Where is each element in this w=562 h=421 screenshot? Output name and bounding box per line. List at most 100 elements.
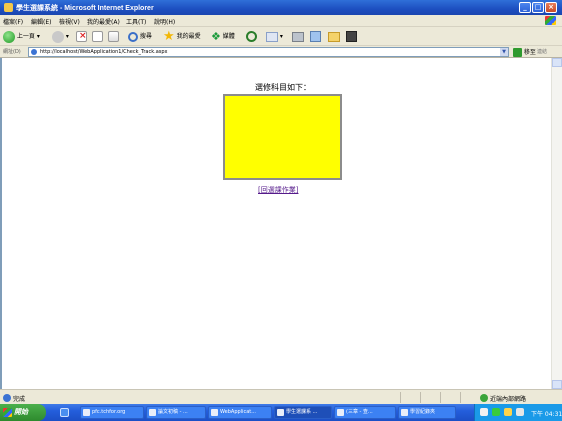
home-icon — [108, 31, 119, 42]
search-icon — [128, 31, 138, 42]
mail-button[interactable]: ▾ — [266, 30, 283, 43]
taskbar-item[interactable]: 學生選課系 ... — [274, 406, 332, 419]
go-label: 移至 — [523, 49, 536, 56]
ie-page-icon — [3, 394, 11, 402]
refresh-button[interactable] — [92, 30, 103, 43]
address-bar: 網址(D) http://localhost/WebApplication1/C… — [0, 46, 562, 58]
zone-text: 近端內部網路 — [490, 396, 527, 403]
security-icon[interactable] — [492, 408, 500, 416]
forward-button[interactable]: ▾ — [52, 30, 69, 43]
search-label: 搜尋 — [139, 33, 152, 40]
media-icon: ❖ — [211, 30, 221, 43]
back-button[interactable]: 上一頁 ▾ — [3, 30, 40, 43]
title-bar: 學生選課系統 - Microsoft Internet Explorer _ □… — [0, 0, 562, 15]
system-tray: 下午 04:31 — [474, 404, 562, 421]
folder-icon — [328, 31, 340, 42]
minimize-button[interactable]: _ — [519, 2, 531, 13]
quicklaunch-ie-icon[interactable] — [60, 408, 69, 417]
scroll-up-icon[interactable] — [552, 58, 562, 67]
taskbar-item-label: WebApplicat... — [220, 409, 256, 415]
toolbar: 上一頁 ▾ ▾ 搜尋 ★ 我的最愛 ❖ 媒體 ▾ — [0, 27, 562, 46]
media-button[interactable]: ❖ 媒體 — [211, 30, 235, 43]
menu-favorites[interactable]: 我的最愛(A) — [87, 17, 120, 26]
print-button[interactable] — [292, 30, 304, 43]
taskbar-item-label: (三章 - 查... — [346, 409, 373, 415]
home-button[interactable] — [108, 30, 119, 43]
back-label: 上一頁 — [16, 33, 35, 40]
taskbar-item[interactable]: 論文初稿 - ... — [146, 406, 206, 419]
menu-tools[interactable]: 工具(T) — [126, 17, 146, 26]
forward-arrow-icon — [52, 30, 64, 43]
taskbar: 開始 pfc.tchfor.org 論文初稿 - ... WebApplicat… — [0, 404, 562, 421]
status-text: 完成 — [13, 396, 26, 403]
address-input[interactable]: http://localhost/WebApplication1/Check_T… — [28, 47, 509, 57]
ie-icon — [4, 3, 13, 12]
close-button[interactable]: × — [545, 2, 557, 13]
course-list-box — [223, 94, 342, 180]
history-icon — [246, 31, 257, 42]
messenger-button[interactable] — [346, 30, 357, 43]
intranet-zone-icon — [480, 394, 488, 402]
window-title: 學生選課系統 - Microsoft Internet Explorer — [16, 5, 154, 12]
menu-help[interactable]: 說明(H) — [154, 17, 175, 26]
stop-icon — [76, 30, 87, 43]
clock: 下午 04:31 — [531, 411, 562, 418]
taskbar-item-label: pfc.tchfor.org — [92, 409, 126, 415]
taskbar-item[interactable]: (三章 - 查... — [334, 406, 396, 419]
refresh-icon — [92, 31, 103, 42]
back-arrow-icon — [3, 30, 15, 43]
folder-button[interactable] — [328, 30, 340, 43]
page-viewport: 選修科目如下： [回選課作業] — [0, 58, 562, 389]
language-icon[interactable] — [516, 408, 524, 416]
star-icon: ★ — [163, 29, 175, 44]
favorites-label: 我的最愛 — [176, 33, 201, 40]
windows-logo-icon — [3, 408, 12, 417]
window-icon — [337, 409, 344, 416]
favorites-button[interactable]: ★ 我的最愛 — [163, 30, 201, 43]
window-icon — [83, 409, 90, 416]
status-divider — [420, 392, 421, 403]
taskbar-item[interactable]: pfc.tchfor.org — [80, 406, 144, 419]
status-divider — [400, 392, 401, 403]
edit-button[interactable] — [310, 30, 321, 43]
network-icon[interactable] — [480, 408, 488, 416]
start-button[interactable]: 開始 — [0, 404, 46, 421]
go-arrow-icon — [513, 48, 522, 57]
volume-icon[interactable] — [504, 408, 512, 416]
taskbar-item-label: 論文初稿 - ... — [158, 409, 188, 415]
film-icon — [346, 31, 357, 42]
stop-button[interactable] — [76, 30, 87, 43]
menu-edit[interactable]: 編輯(E) — [31, 17, 51, 26]
taskbar-item[interactable]: 學習紀錄夾 — [398, 406, 456, 419]
page-icon — [31, 49, 37, 55]
taskbar-item-label: 學習紀錄夾 — [410, 409, 436, 415]
back-to-enrollment-link[interactable]: [回選課作業] — [258, 185, 298, 195]
links-label[interactable]: 連結 — [537, 48, 547, 55]
start-label: 開始 — [14, 408, 28, 416]
search-button[interactable]: 搜尋 — [128, 30, 152, 43]
history-button[interactable] — [246, 30, 257, 43]
vertical-scrollbar[interactable] — [551, 58, 562, 389]
media-label: 媒體 — [222, 33, 235, 40]
scroll-down-icon[interactable] — [552, 380, 562, 389]
window-icon — [211, 409, 218, 416]
menu-file[interactable]: 檔案(F) — [3, 17, 23, 26]
mail-icon — [266, 31, 278, 42]
taskbar-item[interactable]: WebApplicat... — [208, 406, 272, 419]
status-divider — [460, 392, 461, 403]
menu-bar: 檔案(F) 編輯(E) 檢視(V) 我的最愛(A) 工具(T) 說明(H) — [0, 15, 562, 27]
print-icon — [292, 31, 304, 42]
menu-view[interactable]: 檢視(V) — [59, 17, 80, 26]
page-heading: 選修科目如下： — [255, 83, 311, 92]
window-icon — [401, 409, 408, 416]
chevron-down-icon[interactable]: ▼ — [500, 48, 508, 56]
go-button[interactable]: 移至 — [513, 47, 536, 57]
address-url: http://localhost/WebApplication1/Check_T… — [40, 49, 168, 55]
edit-icon — [310, 31, 321, 42]
address-label: 網址(D) — [3, 49, 21, 55]
windows-flag-icon — [545, 16, 556, 25]
window-icon — [277, 409, 284, 416]
taskbar-item-label: 學生選課系 ... — [286, 409, 318, 415]
maximize-button[interactable]: □ — [532, 2, 544, 13]
window-icon — [149, 409, 156, 416]
